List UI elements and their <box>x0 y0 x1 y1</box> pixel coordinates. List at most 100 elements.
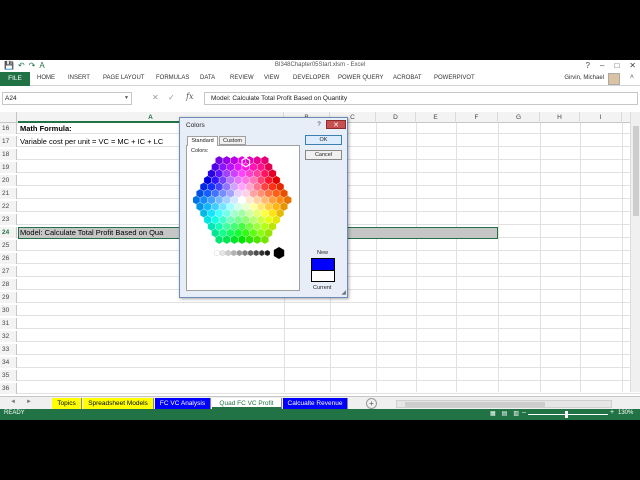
minimize-button[interactable]: – <box>600 61 604 70</box>
cancel-button[interactable]: Cancel <box>305 150 342 160</box>
gray-swatch[interactable] <box>253 249 259 257</box>
zoom-in-button[interactable]: + <box>610 409 614 416</box>
table-row[interactable]: 35 <box>0 370 640 381</box>
row-header[interactable]: 33 <box>0 344 17 355</box>
gray-swatch[interactable] <box>242 249 248 257</box>
color-hexagon-picker[interactable] <box>193 156 293 246</box>
gray-swatch[interactable] <box>214 249 220 257</box>
sheet-tab-fc-vc-analysis[interactable]: FC VC Analysis <box>155 398 211 409</box>
row-header[interactable]: 25 <box>0 240 17 251</box>
gray-swatch[interactable] <box>219 249 226 257</box>
tab-acrobat[interactable]: ACROBAT <box>393 75 422 81</box>
tab-file[interactable]: FILE <box>0 72 30 86</box>
enter-entry-icon[interactable]: ✓ <box>168 93 175 102</box>
gray-swatch[interactable] <box>247 249 254 257</box>
vertical-scrollbar[interactable] <box>630 112 640 392</box>
maximize-button[interactable]: □ <box>614 61 619 70</box>
gray-swatch[interactable] <box>225 249 231 257</box>
row-header[interactable]: 26 <box>0 253 17 264</box>
column-header-f[interactable]: F <box>456 112 498 123</box>
cell-a17[interactable]: Variable cost per unit = VC = MC + IC + … <box>20 136 163 147</box>
row-header[interactable]: 24 <box>0 227 17 238</box>
next-sheet-icon[interactable]: ► <box>26 399 32 405</box>
select-all-button[interactable] <box>0 112 17 123</box>
formula-input[interactable]: Model: Calculate Total Profit Based on Q… <box>204 92 638 105</box>
sheet-tab-calcualte-revenue[interactable]: Calcualte Revenue <box>283 398 348 409</box>
tab-custom[interactable]: Custom <box>219 136 246 145</box>
sheet-tab-quad-fc-vc-profit[interactable]: Quad FC VC Profit <box>212 398 282 409</box>
dialog-close-button[interactable]: ✕ <box>326 120 346 129</box>
gray-swatch[interactable] <box>236 249 243 257</box>
sheet-tab-topics[interactable]: Topics <box>52 398 82 409</box>
normal-view-icon[interactable]: ▦ <box>490 410 496 417</box>
add-sheet-button[interactable]: + <box>366 398 377 409</box>
zoom-slider-thumb[interactable] <box>565 411 568 418</box>
insert-function-icon[interactable]: fx <box>186 92 193 101</box>
row-header[interactable]: 23 <box>0 214 17 225</box>
tab-developer[interactable]: DEVELOPER <box>293 75 330 81</box>
tab-standard[interactable]: Standard <box>187 136 218 146</box>
cell-a24[interactable]: Model: Calculate Total Profit Based on Q… <box>20 227 163 238</box>
prev-sheet-icon[interactable]: ◄ <box>10 399 16 405</box>
sheet-tab-spreadsheet-models[interactable]: Spreadsheet Models <box>83 398 154 409</box>
tab-powerpivot[interactable]: POWERPIVOT <box>434 75 475 81</box>
column-header-e[interactable]: E <box>416 112 456 123</box>
column-header-d[interactable]: D <box>376 112 416 123</box>
name-box[interactable]: A24 ▼ <box>2 92 132 105</box>
zoom-out-button[interactable]: – <box>522 409 526 416</box>
page-break-view-icon[interactable]: ▥ <box>513 410 519 417</box>
tab-data[interactable]: DATA <box>200 75 215 81</box>
row-header[interactable]: 30 <box>0 305 17 316</box>
table-row[interactable]: 33 <box>0 344 640 355</box>
page-layout-view-icon[interactable]: ▤ <box>502 410 508 417</box>
dialog-help-button[interactable]: ? <box>314 121 324 129</box>
black-swatch[interactable] <box>273 247 285 259</box>
gray-swatch[interactable] <box>231 249 237 257</box>
close-button[interactable]: ✕ <box>629 61 636 70</box>
table-row[interactable]: 36 <box>0 383 640 394</box>
row-header[interactable]: 21 <box>0 188 17 199</box>
row-header[interactable]: 19 <box>0 162 17 173</box>
row-header[interactable]: 22 <box>0 201 17 212</box>
grayscale-picker[interactable] <box>211 245 287 261</box>
row-header[interactable]: 17 <box>0 136 17 147</box>
table-row[interactable]: 31 <box>0 318 640 329</box>
row-header[interactable]: 20 <box>0 175 17 186</box>
resize-grip-icon[interactable]: ◢ <box>341 289 346 296</box>
scrollbar-thumb[interactable] <box>633 126 639 216</box>
tab-power-query[interactable]: POWER QUERY <box>338 75 384 81</box>
horizontal-scrollbar[interactable] <box>396 400 612 408</box>
zoom-level[interactable]: 130% <box>618 410 633 416</box>
gray-swatch[interactable] <box>264 249 271 257</box>
cancel-entry-icon[interactable]: ✕ <box>152 93 159 102</box>
row-header[interactable]: 16 <box>0 123 17 134</box>
avatar[interactable] <box>608 73 620 85</box>
row-header[interactable]: 31 <box>0 318 17 329</box>
ok-button[interactable]: OK <box>305 135 342 145</box>
tab-view[interactable]: VIEW <box>264 75 279 81</box>
tab-page-layout[interactable]: PAGE LAYOUT <box>103 75 144 81</box>
column-header-h[interactable]: H <box>540 112 580 123</box>
row-header[interactable]: 32 <box>0 331 17 342</box>
cell-a16[interactable]: Math Formula: <box>20 123 72 134</box>
table-row[interactable]: 32 <box>0 331 640 342</box>
column-header-i[interactable]: I <box>580 112 622 123</box>
tab-insert[interactable]: INSERT <box>68 75 90 81</box>
tab-home[interactable]: HOME <box>37 75 55 81</box>
tab-formulas[interactable]: FORMULAS <box>156 75 189 81</box>
row-header[interactable]: 27 <box>0 266 17 277</box>
help-icon[interactable]: ? <box>586 61 590 70</box>
row-header[interactable]: 34 <box>0 357 17 368</box>
row-header[interactable]: 35 <box>0 370 17 381</box>
row-header[interactable]: 29 <box>0 292 17 303</box>
row-header[interactable]: 18 <box>0 149 17 160</box>
table-row[interactable]: 30 <box>0 305 640 316</box>
chevron-down-icon[interactable]: ▼ <box>124 93 129 104</box>
table-row[interactable]: 34 <box>0 357 640 368</box>
collapse-ribbon-icon[interactable]: ˄ <box>630 74 634 81</box>
gray-swatch[interactable] <box>259 249 265 257</box>
scrollbar-thumb[interactable] <box>405 402 545 407</box>
user-name[interactable]: Girvin, Michael <box>564 75 604 81</box>
row-header[interactable]: 28 <box>0 279 17 290</box>
column-header-g[interactable]: G <box>498 112 540 123</box>
